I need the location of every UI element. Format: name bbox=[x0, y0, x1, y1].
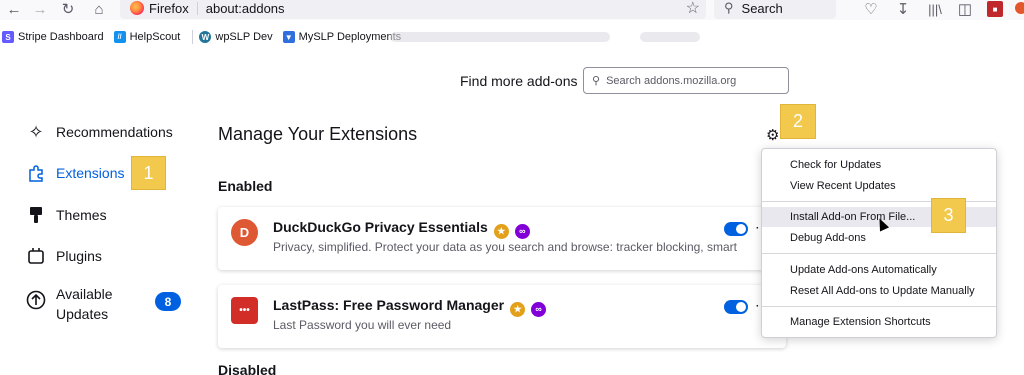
search-bar[interactable]: ⚲ Search bbox=[714, 0, 836, 19]
bookmark-star-icon[interactable]: ☆ bbox=[686, 0, 700, 18]
extension-name: LastPass: Free Password Manager ★ ∞ bbox=[273, 297, 547, 317]
menu-item-reset-addons-update-manually[interactable]: Reset All Add-ons to Update Manually bbox=[762, 281, 996, 301]
search-icon: ⚲ bbox=[724, 0, 734, 15]
puzzle-icon bbox=[26, 163, 46, 183]
page-title: Manage Your Extensions bbox=[218, 124, 418, 144]
redacted-bookmarks bbox=[640, 32, 700, 42]
wordpress-icon: W bbox=[199, 31, 212, 43]
menu-separator bbox=[762, 253, 996, 254]
bookmark-stripe-dashboard[interactable]: S Stripe Dashboard bbox=[2, 31, 104, 43]
updates-count-badge: 8 bbox=[155, 292, 181, 311]
verified-badge-icon: ∞ bbox=[514, 223, 530, 239]
shield-icon: ▼ bbox=[282, 31, 295, 43]
search-placeholder: Search bbox=[741, 0, 783, 16]
extension-card[interactable]: D DuckDuckGo Privacy Essentials ★ ∞ Privac… bbox=[218, 207, 786, 270]
brush-icon bbox=[26, 205, 46, 225]
bookmark-myslp-deployments[interactable]: ▼ MySLP Deployments bbox=[282, 31, 401, 43]
url-bar[interactable]: Firefox about:addons ☆ bbox=[120, 0, 706, 19]
extension-description: Last Password you will ever need bbox=[273, 318, 452, 332]
amo-search-placeholder: Search addons.mozilla.org bbox=[606, 74, 737, 87]
extension-name: DuckDuckGo Privacy Essentials ★ ∞ bbox=[273, 219, 530, 239]
extension-enable-toggle[interactable] bbox=[724, 300, 748, 314]
recommended-award-icon: ★ bbox=[510, 302, 526, 317]
search-icon: ⚲ bbox=[592, 75, 601, 87]
identity-label: Firefox bbox=[149, 0, 189, 16]
sidebar-item-available-updates[interactable]: Available Updates bbox=[26, 284, 126, 324]
callout-3: 3 bbox=[931, 198, 966, 233]
firefox-logo-icon bbox=[130, 1, 144, 15]
bookmark-helpscout[interactable]: // HelpScout bbox=[113, 31, 180, 43]
tools-menu: Check for Updates View Recent Updates In… bbox=[761, 148, 997, 338]
sparkle-icon: ✧ bbox=[28, 121, 44, 142]
sidebar-item-themes[interactable]: Themes bbox=[26, 205, 107, 225]
enabled-section-title: Enabled bbox=[218, 178, 273, 194]
library-icon[interactable]: |||\ bbox=[924, 0, 946, 18]
recommended-award-icon: ★ bbox=[493, 224, 509, 239]
reload-icon[interactable]: ↻ bbox=[60, 0, 76, 18]
extension-enable-toggle[interactable] bbox=[724, 222, 748, 236]
sidebar-item-recommendations[interactable]: ✧ Recommendations bbox=[26, 121, 172, 142]
stripe-icon: S bbox=[2, 31, 14, 43]
disabled-section-title: Disabled bbox=[218, 362, 277, 375]
forward-arrow-icon[interactable]: → bbox=[32, 0, 48, 18]
duckduckgo-logo-icon: D bbox=[231, 219, 258, 246]
menu-item-view-recent-updates[interactable]: View Recent Updates bbox=[762, 176, 996, 196]
amo-search-input[interactable]: ⚲ Search addons.mozilla.org bbox=[583, 67, 789, 94]
pocket-icon[interactable]: ♡ bbox=[862, 0, 880, 18]
extension-card[interactable]: ••• LastPass: Free Password Manager ★ ∞ La… bbox=[218, 285, 786, 348]
helpscout-icon: // bbox=[113, 31, 126, 43]
verified-badge-icon: ∞ bbox=[531, 301, 547, 317]
menu-item-check-for-updates[interactable]: Check for Updates bbox=[762, 155, 996, 175]
plugin-icon bbox=[26, 246, 46, 266]
url-text: about:addons bbox=[205, 0, 285, 16]
browser-toolbar: ← → ↻ ⌂ Firefox about:addons ☆ ⚲ Search … bbox=[0, 0, 1024, 20]
extension-description: Privacy, simplified. Protect your data a… bbox=[273, 240, 737, 254]
bookmark-wpslp-dev[interactable]: W wpSLP Dev bbox=[199, 31, 273, 43]
sidebar-item-extensions[interactable]: Extensions bbox=[26, 163, 124, 183]
home-icon[interactable]: ⌂ bbox=[90, 0, 108, 18]
back-arrow-icon[interactable]: ← bbox=[6, 0, 22, 18]
downloads-icon[interactable]: ↧ bbox=[894, 0, 912, 18]
sidebar-toggle-icon[interactable]: ◫ bbox=[956, 0, 974, 18]
lastpass-logo-icon: ••• bbox=[231, 297, 258, 324]
sidebar-item-plugins[interactable]: Plugins bbox=[26, 246, 102, 266]
callout-1: 1 bbox=[131, 156, 166, 190]
profile-avatar-icon[interactable] bbox=[1015, 2, 1024, 14]
menu-item-update-addons-automatically[interactable]: Update Add-ons Automatically bbox=[762, 260, 996, 280]
redacted-bookmarks bbox=[390, 32, 610, 42]
menu-separator bbox=[762, 306, 996, 307]
menu-item-manage-extension-shortcuts[interactable]: Manage Extension Shortcuts bbox=[762, 312, 996, 332]
update-arrow-icon bbox=[26, 290, 46, 310]
extension-badge-icon[interactable]: ■ bbox=[987, 1, 1003, 17]
callout-2: 2 bbox=[780, 104, 816, 139]
gear-icon[interactable]: ⚙ bbox=[766, 126, 779, 144]
find-more-label: Find more add-ons bbox=[460, 73, 578, 89]
